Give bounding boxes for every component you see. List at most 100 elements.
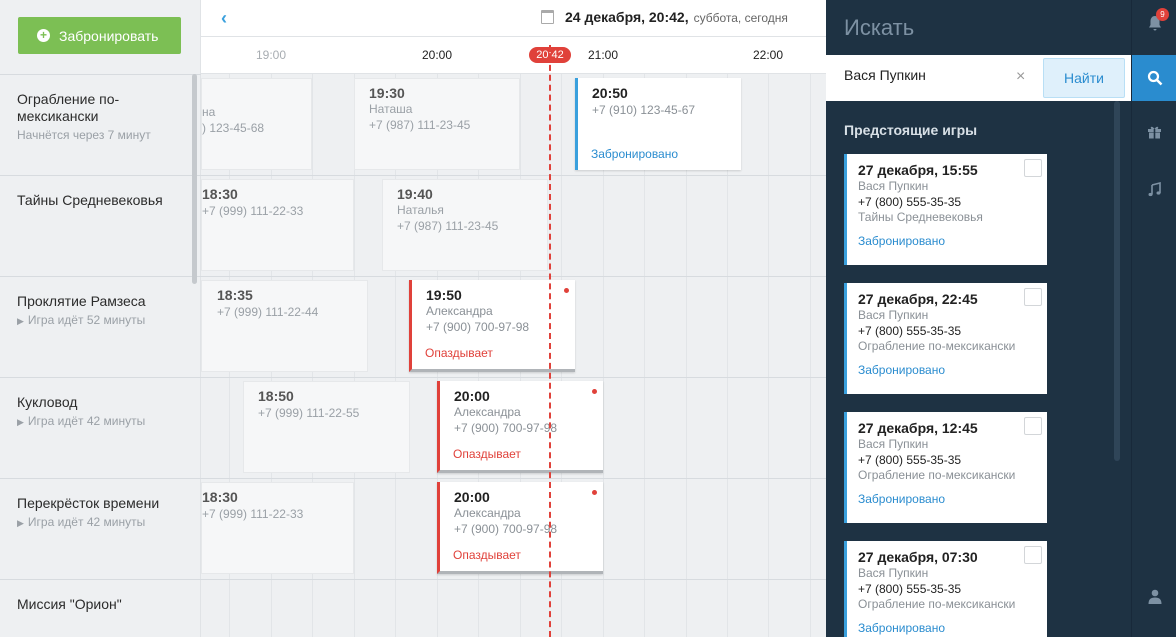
room-status: Игра идёт 42 минуты (27, 414, 146, 428)
game-phone: +7 (800) 555-35-35 (858, 453, 962, 467)
row-divider (201, 377, 826, 378)
booking-name: Александра (454, 405, 521, 419)
music-button[interactable] (1132, 166, 1176, 212)
booking-card[interactable]: 18:50 +7 (999) 111-22-55 (243, 381, 410, 473)
room-name: Перекрёсток времени (17, 495, 160, 511)
notification-count-badge: 9 (1156, 8, 1169, 21)
play-icon: ▶ (17, 316, 24, 326)
game-card[interactable]: 27 декабря, 07:30 Вася Пупкин +7 (800) 5… (844, 541, 1047, 637)
game-room: Тайны Средневековья (858, 210, 983, 224)
upcoming-games-title: Предстоящие игры (844, 122, 978, 138)
room-name: Тайны Средневековья (17, 192, 163, 208)
booking-time: 20:50 (592, 85, 628, 101)
game-card[interactable]: 27 декабря, 15:55 Вася Пупкин +7 (800) 5… (844, 154, 1047, 265)
game-status: Забронировано (858, 621, 946, 635)
time-label: 20:00 (421, 48, 453, 62)
chevron-left-icon[interactable]: ‹ (221, 9, 237, 27)
booking-name: Александра (426, 304, 493, 318)
game-date: 27 декабря, 07:30 (858, 549, 978, 565)
room-name: Ограбление по-мексикански (17, 91, 120, 124)
alert-dot-icon (592, 490, 597, 495)
booking-time: 18:30 (202, 186, 238, 202)
booking-name: Александра (454, 506, 521, 520)
booking-card[interactable]: на ) 123-45-68 (201, 78, 312, 170)
room-row[interactable]: Проклятие Рамзеса ▶ Игра идёт 52 минуты (0, 276, 201, 377)
game-phone: +7 (800) 555-35-35 (858, 324, 962, 338)
game-status: Забронировано (858, 234, 946, 248)
schedule-grid: на ) 123-45-68 19:30 Наташа +7 (987) 111… (201, 74, 826, 637)
booking-phone: ) 123-45-68 (202, 121, 265, 135)
booking-phone: +7 (910) 123-45-67 (592, 103, 696, 117)
booking-phone: +7 (900) 700-97-98 (454, 421, 558, 435)
booking-card[interactable]: 19:40 Наталья +7 (987) 111-23-45 (382, 179, 548, 271)
room-status: Начнётся через 7 минут (17, 128, 151, 142)
booking-phone: +7 (999) 111-22-44 (217, 305, 319, 319)
booking-time: 19:40 (397, 186, 433, 202)
user-icon (1148, 589, 1161, 604)
icon-rail: 9 (1131, 0, 1176, 637)
booking-card[interactable]: 20:50 +7 (910) 123-45-67 Забронировано (575, 78, 741, 170)
panel-title: Искать (844, 15, 915, 40)
booking-status: Опаздывает (425, 346, 493, 360)
game-checkbox[interactable] (1024, 546, 1042, 564)
room-status-line: ▶ Игра идёт 42 минуты (17, 414, 201, 428)
game-checkbox[interactable] (1024, 159, 1042, 177)
row-divider (201, 175, 826, 176)
booking-card[interactable]: 20:00 Александра +7 (900) 700-97-98 Опаз… (437, 381, 603, 473)
booking-name: Наталья (397, 203, 444, 217)
booking-card[interactable]: 18:30 +7 (999) 111-22-33 (201, 179, 354, 271)
room-name: Миссия "Орион" (17, 596, 122, 612)
booking-card[interactable]: 19:30 Наташа +7 (987) 111-23-45 (354, 78, 520, 170)
music-icon (1148, 181, 1161, 196)
game-room: Ограбление по-мексикански (858, 468, 1016, 482)
plus-icon: + (37, 29, 50, 42)
game-checkbox[interactable] (1024, 288, 1042, 306)
find-button[interactable]: Найти (1043, 58, 1125, 98)
game-card[interactable]: 27 декабря, 12:45 Вася Пупкин +7 (800) 5… (844, 412, 1047, 523)
booking-name: на (202, 105, 216, 119)
game-phone: +7 (800) 555-35-35 (858, 582, 962, 596)
booking-status: Опаздывает (453, 447, 521, 461)
search-icon (1147, 70, 1162, 86)
row-divider (201, 579, 826, 580)
current-date[interactable]: 24 декабря, 20:42, суббота, сегодня (541, 9, 788, 25)
booking-phone: +7 (987) 111-23-45 (397, 219, 499, 233)
close-icon[interactable]: × (1016, 68, 1025, 86)
book-button[interactable]: + Забронировать (18, 17, 181, 54)
room-row[interactable]: Перекрёсток времени ▶ Игра идёт 42 минуты (0, 478, 201, 579)
booking-phone: +7 (900) 700-97-98 (454, 522, 558, 536)
room-status-line: ▶ Игра идёт 52 минуты (17, 313, 201, 327)
booking-time: 18:30 (202, 489, 238, 505)
search-tab-button[interactable] (1132, 55, 1176, 101)
game-player: Вася Пупкин (858, 566, 929, 580)
room-status: Игра идёт 52 минуты (27, 313, 146, 327)
game-date: 27 декабря, 22:45 (858, 291, 978, 307)
booking-card[interactable]: 20:00 Александра +7 (900) 700-97-98 Опаз… (437, 482, 603, 574)
panel-scrollbar[interactable] (1114, 101, 1120, 461)
room-row[interactable]: Кукловод ▶ Игра идёт 42 минуты (0, 377, 201, 478)
row-divider (201, 478, 826, 479)
game-checkbox[interactable] (1024, 417, 1042, 435)
booking-card[interactable]: 18:30 +7 (999) 111-22-33 (201, 482, 354, 574)
room-row[interactable]: Ограбление по-мексикански Начнётся через… (0, 74, 201, 175)
search-bar: × Найти (826, 55, 1131, 101)
game-card[interactable]: 27 декабря, 22:45 Вася Пупкин +7 (800) 5… (844, 283, 1047, 394)
game-player: Вася Пупкин (858, 437, 929, 451)
sidebar-scrollbar[interactable] (192, 74, 197, 284)
play-icon: ▶ (17, 417, 24, 427)
alert-dot-icon (592, 389, 597, 394)
profile-button[interactable] (1132, 573, 1176, 619)
time-label: 22:00 (752, 48, 784, 62)
game-status: Забронировано (858, 363, 946, 377)
booking-phone: +7 (999) 111-22-33 (202, 507, 304, 521)
gift-icon (1148, 126, 1161, 138)
search-input[interactable] (844, 67, 1024, 83)
booking-card[interactable]: 18:35 +7 (999) 111-22-44 (201, 280, 368, 372)
room-row[interactable]: Тайны Средневековья (0, 175, 201, 276)
date-header: ‹ 24 декабря, 20:42, суббота, сегодня (201, 0, 826, 37)
grid-line (768, 74, 769, 637)
notifications-button[interactable]: 9 (1132, 0, 1176, 46)
room-row[interactable]: Миссия "Орион" (0, 579, 201, 637)
booking-phone: +7 (987) 111-23-45 (369, 118, 471, 132)
gifts-button[interactable] (1132, 108, 1176, 154)
